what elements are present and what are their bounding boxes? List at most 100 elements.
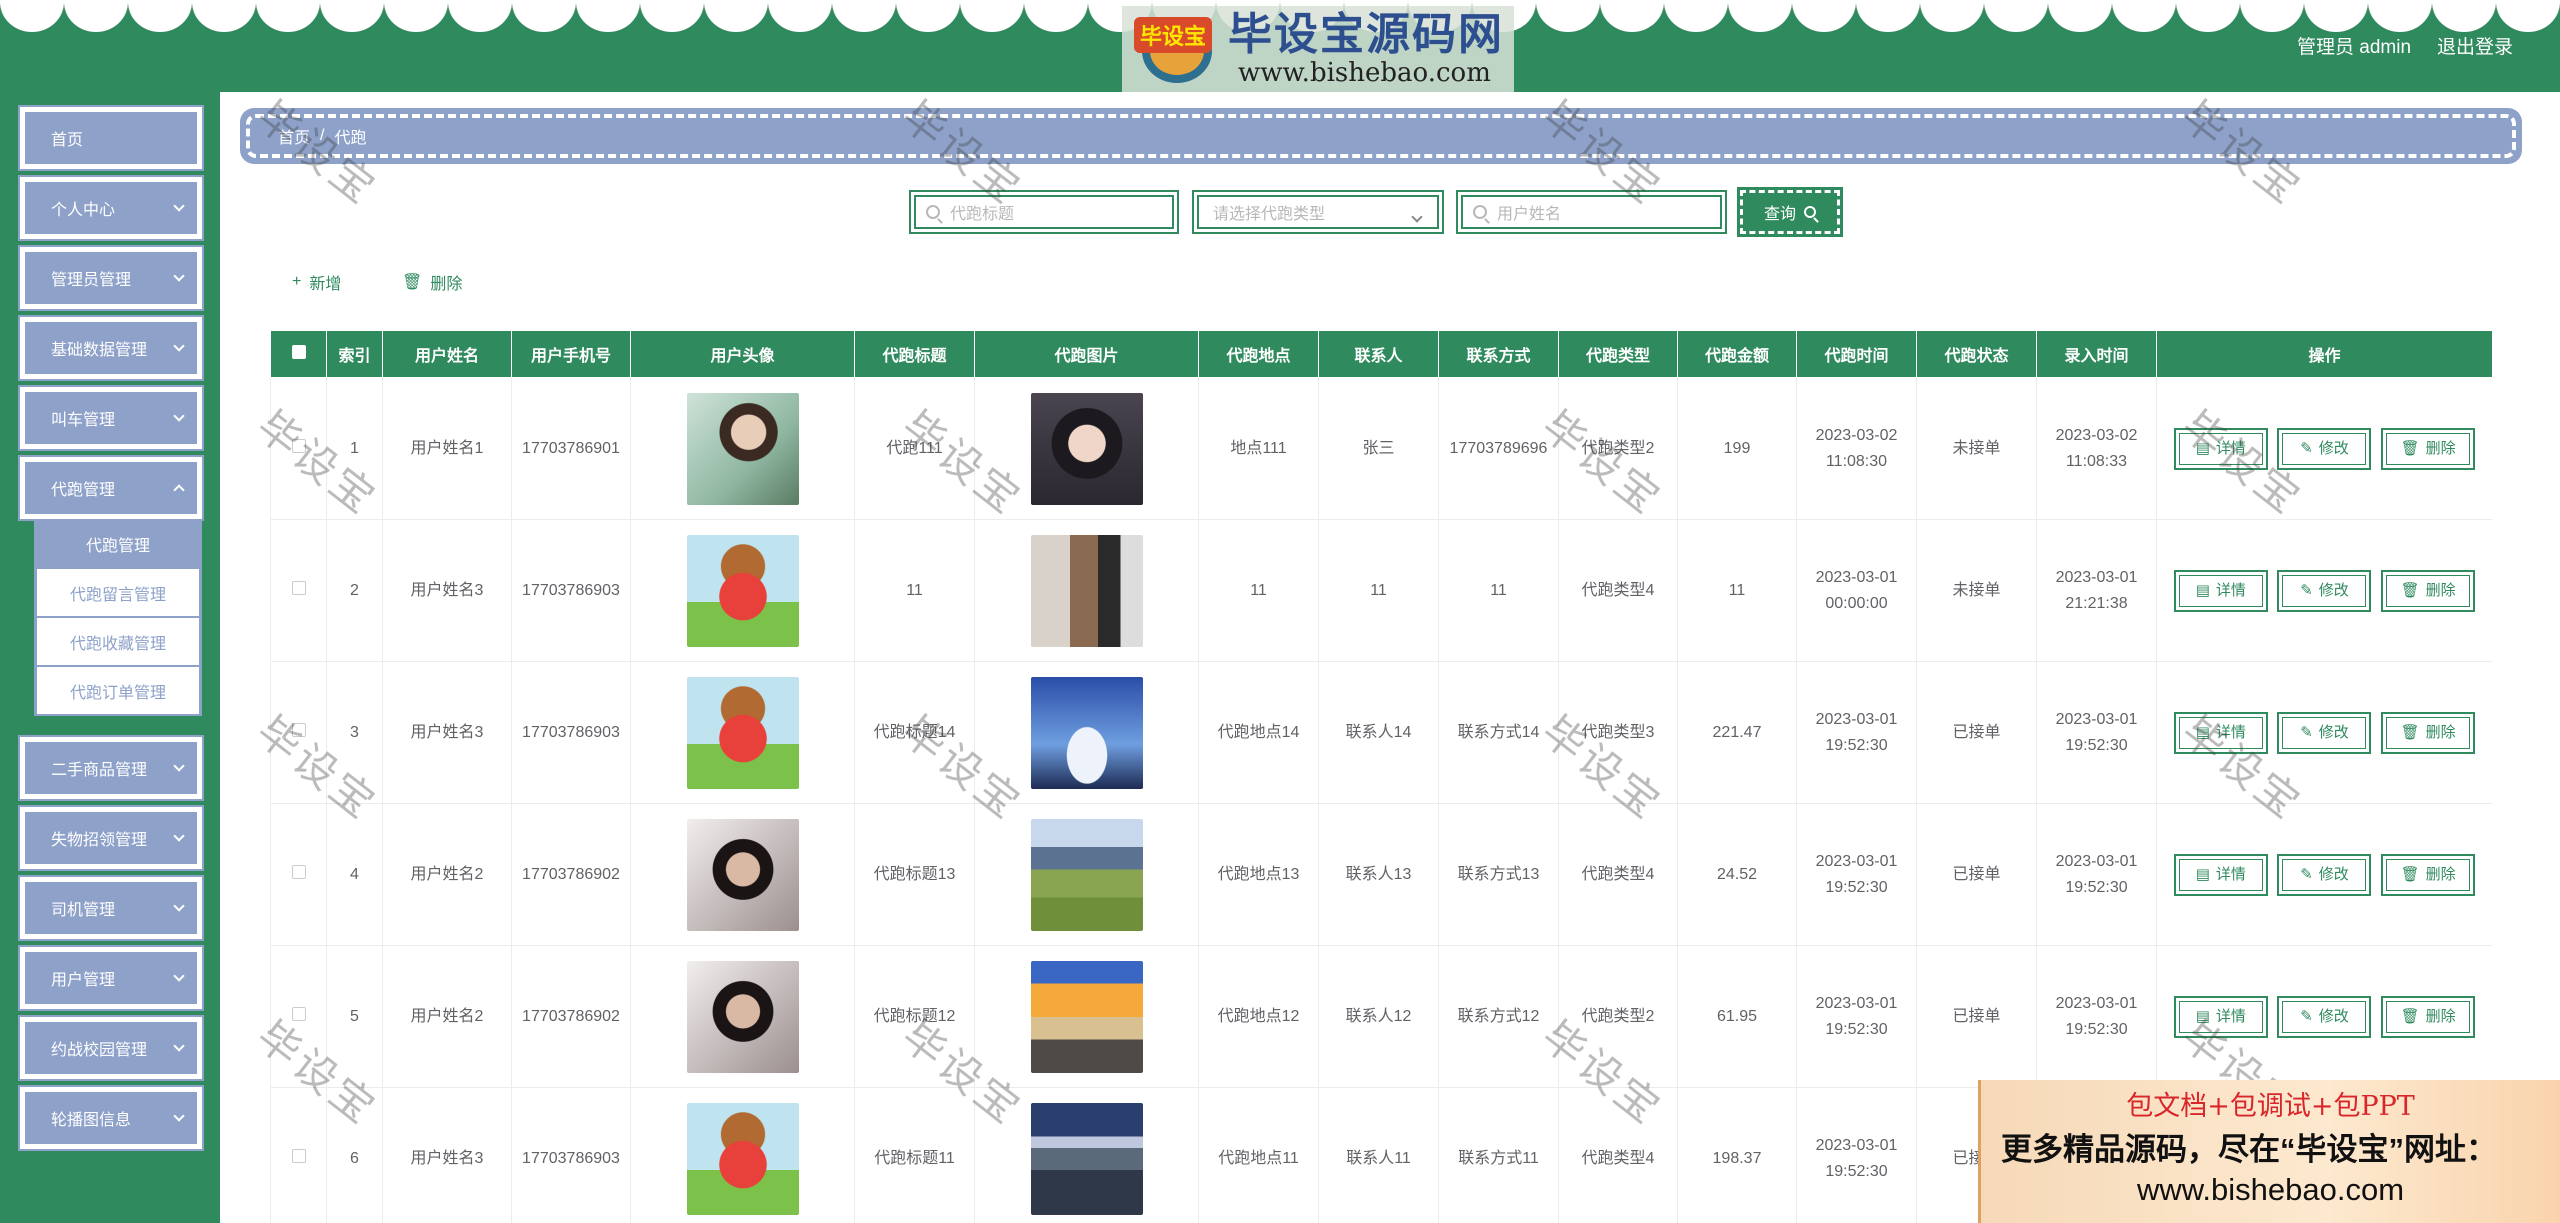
table-row: 2 用户姓名3 17703786903 11 11 11 11 代跑类型4 11 2023-03-… [270, 519, 2492, 662]
cell-photo [974, 661, 1199, 804]
edit-button[interactable]: ✎修改 [2277, 711, 2372, 754]
select-all-checkbox[interactable] [270, 330, 327, 378]
edit-button[interactable]: ✎修改 [2277, 569, 2372, 612]
column-header: 用户手机号 [511, 330, 631, 378]
errand-photo[interactable] [1030, 818, 1143, 931]
table-row: 1 用户姓名1 17703786901 代跑111 地点111 张三 17703789696… [270, 377, 2492, 520]
type-select-placeholder: 请选择代跑类型 [1213, 206, 1326, 223]
cell-phone: 17703786901 [511, 377, 631, 520]
cell-amount: 61.95 [1677, 945, 1797, 1088]
submenu-item-errand[interactable]: 代跑管理 [34, 520, 202, 569]
sidebar-item-errand[interactable]: 代跑管理 [20, 457, 202, 519]
cell-contact-info: 联系方式11 [1438, 1087, 1559, 1223]
sidebar-item-label: 用户管理 [51, 972, 116, 989]
user-name-search-input[interactable]: 用户姓名 [1456, 190, 1727, 234]
edit-button[interactable]: ✎修改 [2277, 995, 2372, 1038]
search-icon [1473, 205, 1487, 219]
cell-photo [974, 1087, 1199, 1223]
cell-location: 代跑地点13 [1198, 803, 1319, 946]
row-checkbox[interactable] [270, 1087, 327, 1223]
sidebar-item-carousel[interactable]: 轮播图信息 [20, 1087, 202, 1149]
sidebar-item-users[interactable]: 用户管理 [20, 947, 202, 1009]
table-row: 4 用户姓名2 17703786902 代跑标题13 代跑地点13 联系人13 联系方式13… [270, 803, 2492, 946]
delete-row-button[interactable]: 🗑删除 [2381, 995, 2476, 1038]
cell-phone: 17703786903 [511, 519, 631, 662]
cell-avatar [630, 661, 855, 804]
cell-contact-info: 联系方式13 [1438, 803, 1559, 946]
sidebar-item-secondhand[interactable]: 二手商品管理 [20, 737, 202, 799]
row-checkbox[interactable] [270, 519, 327, 662]
column-header: 用户姓名 [382, 330, 512, 378]
errand-photo[interactable] [1030, 676, 1143, 789]
column-header: 联系方式 [1438, 330, 1559, 378]
cell-type: 代跑类型2 [1558, 377, 1678, 520]
breadcrumb-separator: / [320, 127, 325, 144]
sidebar-item-lost-found[interactable]: 失物招领管理 [20, 807, 202, 869]
promo-line-1: 包文档+包调试+包PPT [2126, 1091, 2415, 1122]
site-logo: 毕设宝 毕设宝源码网 www.bishebao.com [1122, 6, 1514, 92]
chevron-down-icon [173, 410, 185, 422]
row-checkbox[interactable] [270, 377, 327, 520]
cell-index: 4 [326, 803, 383, 946]
cell-phone: 17703786902 [511, 803, 631, 946]
submenu-item-errand-orders[interactable]: 代跑订单管理 [34, 667, 202, 716]
add-button[interactable]: + 新增 [292, 270, 341, 294]
cell-contact: 联系人12 [1318, 945, 1439, 1088]
errand-photo[interactable] [1030, 534, 1143, 647]
logout-button[interactable]: 退出登录 [2437, 32, 2513, 59]
column-header: 代跑图片 [974, 330, 1199, 378]
cell-contact: 联系人14 [1318, 661, 1439, 804]
errand-photo[interactable] [1030, 1102, 1143, 1215]
sidebar-item-taxi[interactable]: 叫车管理 [20, 387, 202, 449]
column-header: 索引 [326, 330, 383, 378]
sidebar-item-label: 基础数据管理 [51, 342, 148, 359]
sidebar-item-home[interactable]: 首页 [20, 107, 202, 169]
submenu-item-errand-messages[interactable]: 代跑留言管理 [34, 569, 202, 618]
sidebar-item-admins[interactable]: 管理员管理 [20, 247, 202, 309]
detail-button[interactable]: ▤详情 [2173, 427, 2268, 470]
detail-button[interactable]: ▤详情 [2173, 853, 2268, 896]
cell-contact-info: 11 [1438, 519, 1559, 662]
breadcrumb-home[interactable]: 首页 [278, 124, 310, 148]
row-checkbox[interactable] [270, 661, 327, 804]
detail-button[interactable]: ▤详情 [2173, 569, 2268, 612]
submenu-item-errand-favorites[interactable]: 代跑收藏管理 [34, 618, 202, 667]
cell-status: 未接单 [1916, 377, 2037, 520]
user-avatar [686, 818, 799, 931]
cell-run-time: 2023-03-01 19:52:30 [1796, 945, 1917, 1088]
delete-row-button[interactable]: 🗑删除 [2381, 853, 2476, 896]
query-button[interactable]: 查询 [1740, 190, 1840, 234]
cell-contact: 张三 [1318, 377, 1439, 520]
column-header: 代跑金额 [1677, 330, 1797, 378]
edit-button[interactable]: ✎修改 [2277, 427, 2372, 470]
errand-type-select[interactable]: 请选择代跑类型 [1192, 190, 1444, 234]
row-checkbox[interactable] [270, 803, 327, 946]
batch-delete-button[interactable]: 🗑 删除 [402, 270, 462, 294]
cell-user-name: 用户姓名1 [382, 377, 512, 520]
sidebar-item-base-data[interactable]: 基础数据管理 [20, 317, 202, 379]
row-checkbox[interactable] [270, 945, 327, 1088]
title-search-input[interactable]: 代跑标题 [909, 190, 1179, 234]
column-header: 代跑时间 [1796, 330, 1917, 378]
chevron-down-icon [173, 1040, 185, 1052]
cell-index: 3 [326, 661, 383, 804]
sidebar-item-profile[interactable]: 个人中心 [20, 177, 202, 239]
edit-button[interactable]: ✎修改 [2277, 853, 2372, 896]
pencil-icon: ✎ [2300, 439, 2313, 457]
errand-photo[interactable] [1030, 960, 1143, 1073]
plus-icon: + [292, 273, 302, 290]
delete-row-button[interactable]: 🗑删除 [2381, 569, 2476, 612]
chevron-down-icon [173, 900, 185, 912]
delete-row-button[interactable]: 🗑删除 [2381, 711, 2476, 754]
cell-title: 代跑标题14 [854, 661, 975, 804]
search-icon [1804, 206, 1816, 218]
detail-button[interactable]: ▤详情 [2173, 995, 2268, 1038]
errand-photo[interactable] [1030, 392, 1143, 505]
cell-index: 1 [326, 377, 383, 520]
delete-row-button[interactable]: 🗑删除 [2381, 427, 2476, 470]
sidebar-item-drivers[interactable]: 司机管理 [20, 877, 202, 939]
trash-icon: 🗑 [402, 274, 423, 291]
document-icon: ▤ [2195, 865, 2210, 883]
detail-button[interactable]: ▤详情 [2173, 711, 2268, 754]
sidebar-item-campus-match[interactable]: 约战校园管理 [20, 1017, 202, 1079]
